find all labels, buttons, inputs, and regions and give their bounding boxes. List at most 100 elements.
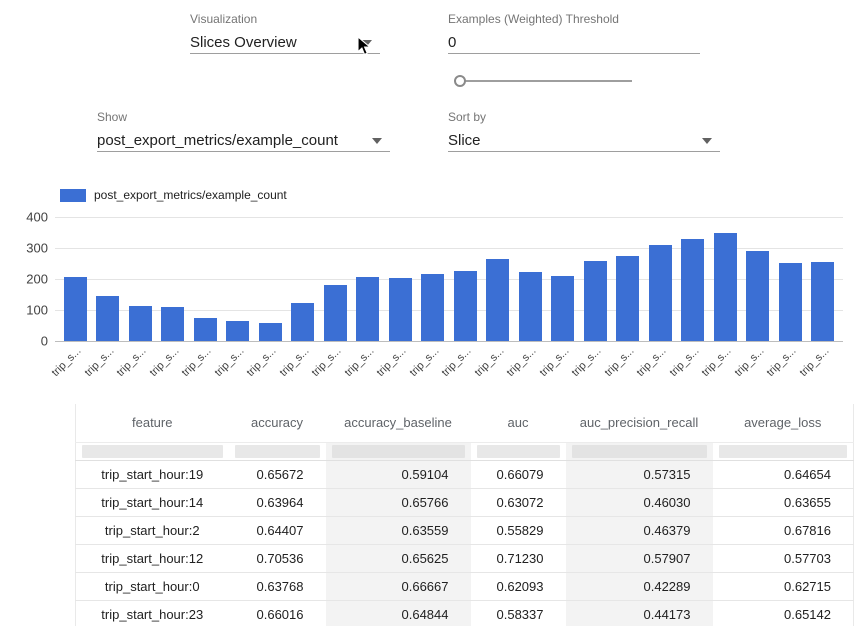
threshold-slider[interactable] [454, 74, 632, 88]
column-header-auc_precision_recall[interactable]: auc_precision_recall [566, 404, 713, 442]
table-row[interactable]: trip_start_hour:230.660160.648440.583370… [76, 600, 854, 626]
chevron-down-icon [702, 138, 712, 144]
filter-input[interactable] [477, 445, 560, 458]
bar[interactable] [226, 321, 249, 341]
table-row[interactable]: trip_start_hour:00.637680.666670.620930.… [76, 572, 854, 600]
table-filter-row [76, 442, 854, 460]
metric-cell: 0.71230 [471, 544, 566, 572]
filter-input[interactable] [235, 445, 320, 458]
metric-cell: 0.65672 [229, 460, 326, 488]
bar[interactable] [324, 285, 347, 341]
example-count-bar-chart: trip_s...trip_s...trip_s...trip_s...trip… [0, 210, 863, 396]
bar-slot: trip_s... [514, 217, 547, 341]
feature-cell: trip_start_hour:0 [76, 572, 229, 600]
metric-cell: 0.57703 [713, 544, 854, 572]
bar[interactable] [811, 262, 834, 341]
metric-cell: 0.65625 [326, 544, 471, 572]
bar-slot: trip_s... [482, 217, 515, 341]
bar[interactable] [746, 251, 769, 341]
table-body: trip_start_hour:190.656720.591040.660790… [76, 460, 854, 626]
feature-cell: trip_start_hour:12 [76, 544, 229, 572]
tfma-slices-overview: Visualization Slices Overview Examples (… [0, 0, 863, 626]
metric-cell: 0.44173 [566, 600, 713, 626]
feature-cell: trip_start_hour:19 [76, 460, 229, 488]
filter-input[interactable] [82, 445, 223, 458]
metric-cell: 0.62093 [471, 572, 566, 600]
show-dropdown[interactable]: post_export_metrics/example_count [97, 129, 390, 152]
metric-cell: 0.59104 [326, 460, 471, 488]
sort-by-value: Slice [448, 132, 481, 149]
filter-input[interactable] [719, 445, 848, 458]
bar-slot: trip_s... [742, 217, 775, 341]
table-row[interactable]: trip_start_hour:140.639640.657660.630720… [76, 488, 854, 516]
visualization-value: Slices Overview [190, 34, 297, 51]
bar-slot: trip_s... [352, 217, 385, 341]
metric-cell: 0.57907 [566, 544, 713, 572]
bar[interactable] [421, 274, 444, 341]
sort-by-dropdown[interactable]: Slice [448, 129, 720, 152]
table-row[interactable]: trip_start_hour:120.705360.656250.712300… [76, 544, 854, 572]
bar[interactable] [96, 296, 119, 341]
y-axis-tick-label: 400 [14, 210, 48, 225]
bar-slot: trip_s... [319, 217, 352, 341]
column-header-auc[interactable]: auc [471, 404, 566, 442]
show-label: Show [97, 110, 390, 124]
metric-cell: 0.63964 [229, 488, 326, 516]
bar[interactable] [551, 276, 574, 341]
slider-track[interactable] [461, 80, 632, 82]
legend-label: post_export_metrics/example_count [94, 188, 287, 202]
filter-input[interactable] [332, 445, 465, 458]
bar[interactable] [519, 272, 542, 341]
bar[interactable] [291, 303, 314, 341]
bar-slot: trip_s... [124, 217, 157, 341]
metric-cell: 0.62715 [713, 572, 854, 600]
table-row[interactable]: trip_start_hour:20.644070.635590.558290.… [76, 516, 854, 544]
threshold-value: 0 [448, 34, 456, 51]
bars-container: trip_s...trip_s...trip_s...trip_s...trip… [59, 217, 839, 341]
metric-cell: 0.64407 [229, 516, 326, 544]
y-axis-tick-label: 300 [14, 241, 48, 256]
bar-slot: trip_s... [189, 217, 222, 341]
bar[interactable] [64, 277, 87, 341]
legend-swatch [60, 189, 86, 202]
bar[interactable] [584, 261, 607, 341]
bar[interactable] [486, 259, 509, 341]
bar-slot: trip_s... [384, 217, 417, 341]
column-header-average_loss[interactable]: average_loss [713, 404, 854, 442]
metrics-table: featureaccuracyaccuracy_baselineaucauc_p… [75, 404, 854, 626]
filter-input[interactable] [572, 445, 707, 458]
bar[interactable] [714, 233, 737, 341]
column-header-feature[interactable]: feature [76, 404, 229, 442]
metric-cell: 0.65142 [713, 600, 854, 626]
bar-slot: trip_s... [222, 217, 255, 341]
bar[interactable] [779, 263, 802, 341]
bar[interactable] [681, 239, 704, 341]
feature-cell: trip_start_hour:14 [76, 488, 229, 516]
bar[interactable] [194, 318, 217, 341]
plot-area: trip_s...trip_s...trip_s...trip_s...trip… [55, 217, 843, 341]
bar[interactable] [649, 245, 672, 341]
metric-cell: 0.66667 [326, 572, 471, 600]
bar[interactable] [454, 271, 477, 341]
slider-handle[interactable] [454, 75, 466, 87]
column-header-accuracy_baseline[interactable]: accuracy_baseline [326, 404, 471, 442]
bar[interactable] [259, 323, 282, 341]
gridline [55, 341, 843, 342]
bar[interactable] [129, 306, 152, 341]
threshold-input[interactable]: 0 [448, 31, 700, 54]
filter-cell [566, 442, 713, 460]
metric-cell: 0.64654 [713, 460, 854, 488]
metric-cell: 0.46030 [566, 488, 713, 516]
bar[interactable] [356, 277, 379, 341]
column-header-accuracy[interactable]: accuracy [229, 404, 326, 442]
bar[interactable] [616, 256, 639, 341]
table-row[interactable]: trip_start_hour:190.656720.591040.660790… [76, 460, 854, 488]
bar[interactable] [389, 278, 412, 341]
filter-cell [229, 442, 326, 460]
filter-cell [713, 442, 854, 460]
bar[interactable] [161, 307, 184, 341]
metric-cell: 0.57315 [566, 460, 713, 488]
threshold-label: Examples (Weighted) Threshold [448, 12, 700, 26]
chevron-down-icon [372, 138, 382, 144]
visualization-dropdown[interactable]: Slices Overview [190, 31, 380, 54]
